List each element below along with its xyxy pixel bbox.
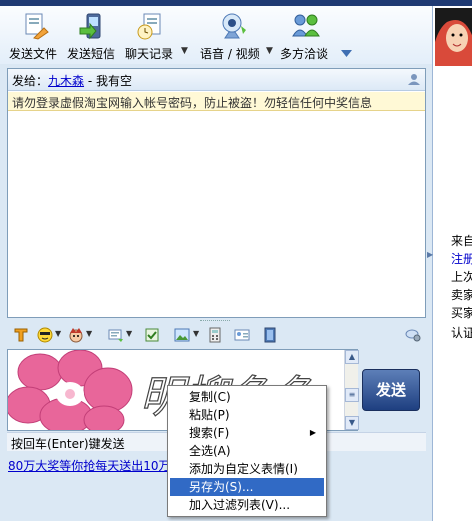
side-line-4: 卖家: [451, 288, 472, 302]
chat-toolbar: 发送文件 发送短信 聊天记录 ▼ 语音 / 视频 ▼ 多方洽谈: [0, 6, 432, 64]
group-chat-icon: [292, 14, 320, 37]
menu-item-add-to-filter[interactable]: 加入过滤列表(V)...: [170, 496, 324, 514]
group-chat-label: 多方洽谈: [280, 47, 329, 61]
menu-item-select-all[interactable]: 全选(A): [170, 442, 324, 460]
context-menu: 复制(C) 粘贴(P) 搜索(F) ▶ 全选(A) 添加为自定义表情(I) 另存…: [167, 385, 327, 517]
notebook-icon[interactable]: [262, 327, 278, 343]
send-sms-label: 发送短信: [67, 47, 116, 61]
contact-name-link[interactable]: 九木森: [48, 74, 84, 88]
menu-item-search[interactable]: 搜索(F) ▶: [170, 424, 324, 442]
voice-video-dropdown-icon[interactable]: ▼: [266, 46, 273, 56]
magic-emoticon-dropdown-icon[interactable]: ▼: [86, 329, 92, 338]
send-file-icon: [25, 13, 49, 40]
send-button[interactable]: 发送: [362, 369, 420, 411]
scroll-down-button[interactable]: ▼: [345, 416, 359, 430]
toolbar-more-icon[interactable]: [341, 50, 352, 57]
group-chat-button[interactable]: 多方洽谈: [280, 10, 332, 62]
scroll-thumb[interactable]: ≡: [345, 388, 359, 402]
contact-card-icon[interactable]: [407, 72, 421, 86]
send-sms-icon: [79, 13, 101, 40]
contact-info-panel: 来自 注册 上次 卖家 买家 认证: [432, 6, 472, 521]
side-line-6: 认证: [451, 326, 472, 340]
contact-status: - 我有空: [84, 74, 132, 88]
submenu-arrow-icon: ▶: [309, 428, 316, 437]
webcam-icon: [222, 13, 246, 39]
send-file-button[interactable]: 发送文件: [9, 10, 61, 62]
chat-history-label: 聊天记录: [125, 47, 174, 61]
chat-history-button[interactable]: 聊天记录: [125, 10, 177, 62]
send-image-icon[interactable]: [174, 327, 190, 343]
side-line-3: 上次: [451, 270, 472, 284]
screenshot-icon[interactable]: [144, 327, 160, 343]
avatar-image: [435, 8, 472, 66]
chat-history-area[interactable]: 发给：九木森 - 我有空 请勿登录虚假淘宝网输入帐号密码，防止被盗！勿轻信任何中…: [7, 68, 426, 318]
promo-link[interactable]: 80万大奖等你抢每天送出10万元: [8, 457, 183, 474]
emoticon-icon[interactable]: [37, 327, 53, 343]
chat-history-icon: [137, 13, 161, 40]
avatar[interactable]: [435, 8, 472, 66]
send-file-label: 发送文件: [9, 47, 58, 61]
voice-video-label: 语音 / 视频: [200, 47, 260, 61]
calculator-icon[interactable]: [207, 327, 223, 343]
contact-card-send-icon[interactable]: [234, 327, 250, 343]
scroll-up-button[interactable]: ▲: [345, 350, 359, 364]
menu-item-save-as[interactable]: 另存为(S)...: [170, 478, 324, 496]
side-line-2[interactable]: 注册: [451, 250, 472, 267]
recipient-prefix: 发给：: [12, 74, 49, 88]
emoticon-dropdown-icon[interactable]: ▼: [55, 329, 61, 338]
send-image-dropdown-icon[interactable]: ▼: [193, 329, 199, 338]
menu-item-paste[interactable]: 粘贴(P): [170, 406, 324, 424]
send-sms-button[interactable]: 发送短信: [67, 10, 119, 62]
menu-item-search-label: 搜索(F): [189, 426, 230, 440]
panel-collapse-icon[interactable]: ▶: [427, 250, 433, 266]
side-line-5: 买家: [451, 306, 472, 320]
security-warning: 请勿登录虚假淘宝网输入帐号密码，防止被盗！勿轻信任何中奖信息: [8, 92, 425, 111]
chat-history-dropdown-icon[interactable]: ▼: [181, 46, 188, 56]
chat-header: 发给：九木森 - 我有空: [8, 69, 425, 91]
send-hint: 按回车(Enter)键发送: [11, 437, 125, 451]
format-toolbar: ▼ ▼ ▼ ▼: [7, 323, 426, 347]
quick-reply-dropdown-icon[interactable]: ▼: [126, 329, 132, 338]
magic-emoticon-icon[interactable]: [68, 327, 84, 343]
message-log-icon[interactable]: [405, 327, 421, 343]
menu-item-copy[interactable]: 复制(C): [170, 388, 324, 406]
side-line-1: 来自: [451, 234, 472, 248]
font-icon[interactable]: [13, 327, 29, 343]
voice-video-button[interactable]: 语音 / 视频: [200, 10, 264, 62]
input-scrollbar[interactable]: ▲ ≡ ▼: [344, 350, 359, 430]
menu-item-add-custom-emoticon[interactable]: 添加为自定义表情(I): [170, 460, 324, 478]
quick-reply-icon[interactable]: [108, 327, 124, 343]
